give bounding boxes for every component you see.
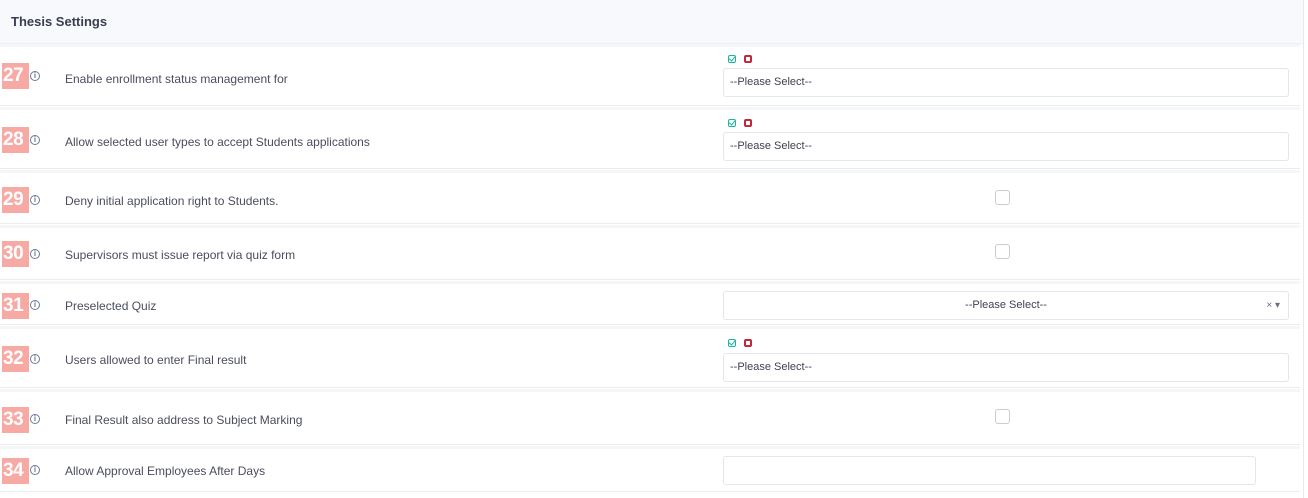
info-icon[interactable]: i <box>30 354 40 364</box>
setting-label: Final Result also address to Subject Mar… <box>65 413 303 427</box>
setting-number: 31 <box>2 293 29 319</box>
setting-checkbox[interactable] <box>995 190 1010 205</box>
thesis-settings-panel: Thesis Settings 27 i Enable enrollment s… <box>0 0 1304 498</box>
info-icon[interactable]: i <box>30 414 40 424</box>
check-square-icon[interactable] <box>728 119 736 127</box>
setting-row-31: 31 i Preselected Quiz --Please Select-- … <box>0 281 1300 325</box>
setting-number: 29 <box>2 187 29 213</box>
setting-checkbox[interactable] <box>995 409 1010 424</box>
setting-label: Allow selected user types to accept Stud… <box>65 135 370 149</box>
quiz-select-value: --Please Select-- <box>965 299 1047 311</box>
multiselect-input[interactable]: --Please Select-- <box>723 353 1289 382</box>
quiz-select[interactable]: --Please Select-- × ▾ <box>723 291 1289 320</box>
setting-label: Supervisors must issue report via quiz f… <box>65 248 296 262</box>
select-controls: × ▾ <box>1266 292 1280 319</box>
select-toggle-group <box>728 119 752 127</box>
setting-number: 27 <box>2 63 29 89</box>
setting-row-29: 29 i Deny initial application right to S… <box>0 170 1300 224</box>
setting-label: Deny initial application right to Studen… <box>65 194 279 208</box>
setting-row-32: 32 i Users allowed to enter Final result… <box>0 326 1300 388</box>
info-icon[interactable]: i <box>30 465 40 475</box>
clear-icon[interactable]: × <box>1266 300 1272 311</box>
days-input[interactable] <box>723 456 1256 485</box>
info-icon[interactable]: i <box>30 195 40 205</box>
check-square-icon[interactable] <box>728 339 736 347</box>
setting-number: 34 <box>2 458 29 484</box>
chevron-down-icon[interactable]: ▾ <box>1275 300 1280 311</box>
multiselect-input[interactable]: --Please Select-- <box>723 68 1289 97</box>
check-square-icon[interactable] <box>728 55 736 63</box>
info-icon[interactable]: i <box>30 300 40 310</box>
select-toggle-group <box>728 55 752 63</box>
square-icon[interactable] <box>744 119 752 127</box>
setting-checkbox[interactable] <box>995 244 1010 259</box>
setting-number: 33 <box>2 407 29 433</box>
setting-row-27: 27 i Enable enrollment status management… <box>0 44 1300 106</box>
setting-label: Allow Approval Employees After Days <box>65 464 266 478</box>
setting-row-30: 30 i Supervisors must issue report via q… <box>0 225 1300 280</box>
setting-row-28: 28 i Allow selected user types to accept… <box>0 107 1300 169</box>
setting-row-34: 34 i Allow Approval Employees After Days <box>0 446 1300 492</box>
setting-label: Enable enrollment status management for <box>65 72 288 86</box>
setting-number: 28 <box>2 127 29 153</box>
multiselect-input[interactable]: --Please Select-- <box>723 132 1289 161</box>
square-icon[interactable] <box>744 55 752 63</box>
info-icon[interactable]: i <box>30 71 40 81</box>
info-icon[interactable]: i <box>30 135 40 145</box>
setting-number: 30 <box>2 241 29 267</box>
square-icon[interactable] <box>744 339 752 347</box>
setting-row-33: 33 i Final Result also address to Subjec… <box>0 389 1300 445</box>
setting-number: 32 <box>2 346 29 372</box>
panel-header: Thesis Settings <box>0 0 1303 44</box>
setting-label: Preselected Quiz <box>65 299 157 313</box>
info-icon[interactable]: i <box>30 249 40 259</box>
panel-title: Thesis Settings <box>11 14 108 29</box>
select-toggle-group <box>728 339 752 347</box>
setting-label: Users allowed to enter Final result <box>65 353 247 367</box>
